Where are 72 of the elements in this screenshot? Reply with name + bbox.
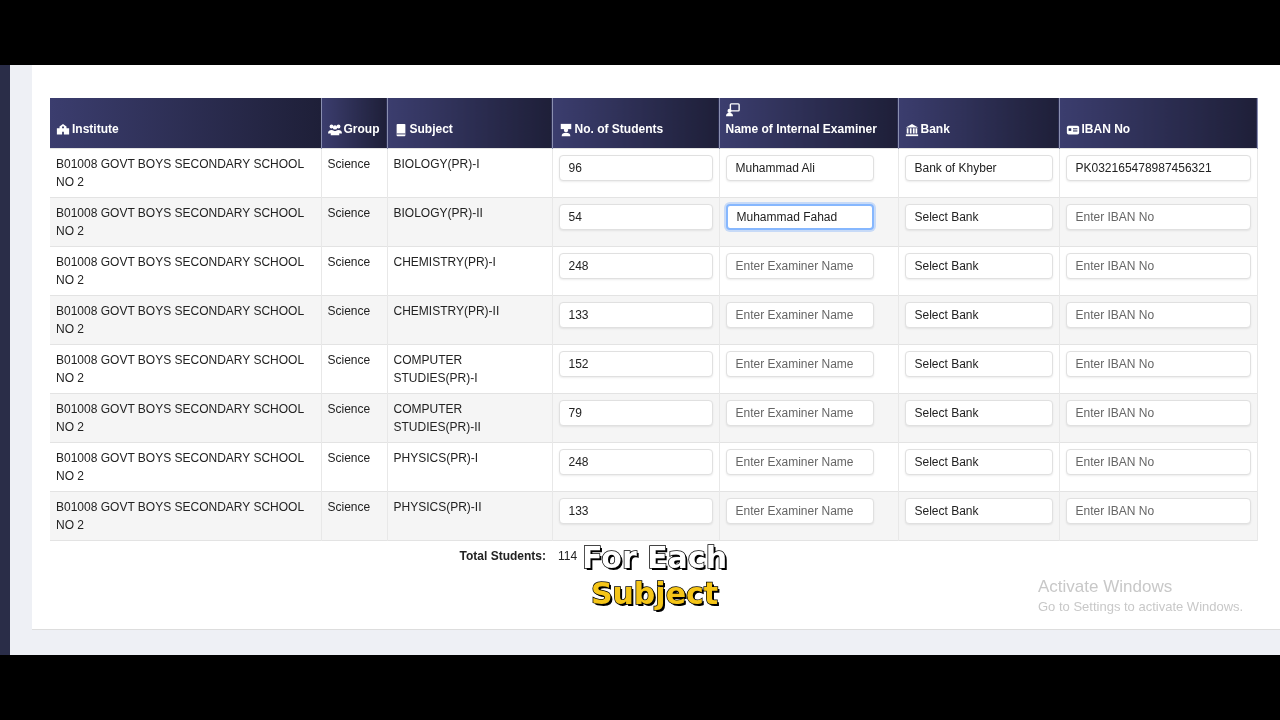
table-cell-text: Science	[327, 400, 372, 418]
examiner-field[interactable]: Muhammad Ali	[725, 154, 874, 181]
bank-dropdown[interactable]: Bank of Khyber	[904, 154, 1053, 181]
students-field[interactable]: 54	[558, 203, 713, 230]
iban-field[interactable]: Enter IBAN No	[1065, 203, 1251, 230]
table-cell-text: Science	[327, 498, 372, 516]
iban-field[interactable]: Enter IBAN No	[1065, 301, 1251, 328]
column-header: Institute	[72, 120, 119, 138]
column-header: Name of Internal Examiner	[725, 120, 877, 138]
table-cell-text: B01008 GOVT BOYS SECONDARY SCHOOL NO 2	[56, 351, 305, 387]
table-cell-text: BIOLOGY(PR)-I	[393, 155, 481, 173]
total-value: 114	[558, 549, 578, 564]
table-cell-text: B01008 GOVT BOYS SECONDARY SCHOOL NO 2	[56, 400, 305, 436]
bank-dropdown[interactable]: Select Bank	[904, 301, 1053, 328]
table-cell-text: Science	[327, 351, 372, 369]
table-cell-text: B01008 GOVT BOYS SECONDARY SCHOOL NO 2	[56, 253, 305, 289]
table-cell-text: COMPUTER STUDIES(PR)-II	[393, 400, 482, 436]
examiner-field[interactable]: Enter Examiner Name	[725, 350, 874, 377]
iban-field[interactable]: Enter IBAN No	[1065, 252, 1251, 279]
bank-dropdown[interactable]: Select Bank	[904, 252, 1053, 279]
examiner-field[interactable]: Enter Examiner Name	[725, 252, 874, 279]
examiner-field[interactable]: Muhammad Fahad	[725, 203, 874, 230]
students-field[interactable]: 79	[558, 399, 713, 426]
users-icon	[327, 122, 342, 137]
caption-text: For Each	[582, 540, 727, 576]
column-header: Subject	[409, 120, 453, 138]
bank-dropdown[interactable]: Select Bank	[904, 350, 1053, 377]
school-icon	[56, 122, 70, 137]
iban-field[interactable]: PK032165478987456321	[1065, 154, 1251, 181]
table-cell-text: B01008 GOVT BOYS SECONDARY SCHOOL NO 2	[56, 155, 305, 191]
table-cell-text: Science	[327, 302, 372, 320]
table-cell-text: Science	[327, 204, 372, 222]
table-cell-text: B01008 GOVT BOYS SECONDARY SCHOOL NO 2	[56, 302, 305, 338]
table-cell-text: B01008 GOVT BOYS SECONDARY SCHOOL NO 2	[56, 204, 305, 240]
table-cell-text: COMPUTER STUDIES(PR)-I	[393, 351, 479, 387]
students-field[interactable]: 133	[558, 497, 713, 524]
teacher-icon	[558, 122, 573, 137]
caption-text: Subject	[590, 576, 719, 612]
table-cell-text: CHEMISTRY(PR)-II	[393, 302, 501, 320]
bank-dropdown[interactable]: Select Bank	[904, 203, 1053, 230]
table-cell-text: CHEMISTRY(PR)-I	[393, 253, 497, 271]
column-header: Bank	[920, 120, 950, 138]
students-field[interactable]: 133	[558, 301, 713, 328]
examiner-field[interactable]: Enter Examiner Name	[725, 399, 874, 426]
examiner-field[interactable]: Enter Examiner Name	[725, 497, 874, 524]
iban-field[interactable]: Enter IBAN No	[1065, 399, 1251, 426]
examiner-field[interactable]: Enter Examiner Name	[725, 448, 874, 475]
bank-dropdown[interactable]: Select Bank	[904, 448, 1053, 475]
total-label: Total Students:	[459, 549, 546, 564]
table-cell-text: BIOLOGY(PR)-II	[393, 204, 484, 222]
table-cell-text: Science	[327, 449, 372, 467]
students-field[interactable]: 248	[558, 252, 713, 279]
table-cell-text: B01008 GOVT BOYS SECONDARY SCHOOL NO 2	[56, 498, 305, 534]
examiner-field[interactable]: Enter Examiner Name	[725, 301, 874, 328]
table-cell-text: PHYSICS(PR)-I	[393, 449, 480, 467]
iban-field[interactable]: Enter IBAN No	[1065, 350, 1251, 377]
students-field[interactable]: 152	[558, 350, 713, 377]
table-cell-text: Science	[327, 253, 372, 271]
table-cell-text: B01008 GOVT BOYS SECONDARY SCHOOL NO 2	[56, 449, 305, 485]
column-header: Group	[343, 120, 380, 138]
table-cell-text: PHYSICS(PR)-II	[393, 498, 483, 516]
bank-dropdown[interactable]: Select Bank	[904, 497, 1053, 524]
column-header: IBAN No	[1081, 120, 1131, 138]
iban-field[interactable]: Enter IBAN No	[1065, 497, 1251, 524]
students-field[interactable]: 96	[558, 154, 713, 181]
column-header: No. of Students	[574, 120, 664, 138]
bank-dropdown[interactable]: Select Bank	[904, 399, 1053, 426]
iban-field[interactable]: Enter IBAN No	[1065, 448, 1251, 475]
presenter-icon	[725, 102, 740, 117]
bank-icon	[904, 122, 919, 137]
table-cell-text: Science	[327, 155, 372, 173]
students-field[interactable]: 248	[558, 448, 713, 475]
